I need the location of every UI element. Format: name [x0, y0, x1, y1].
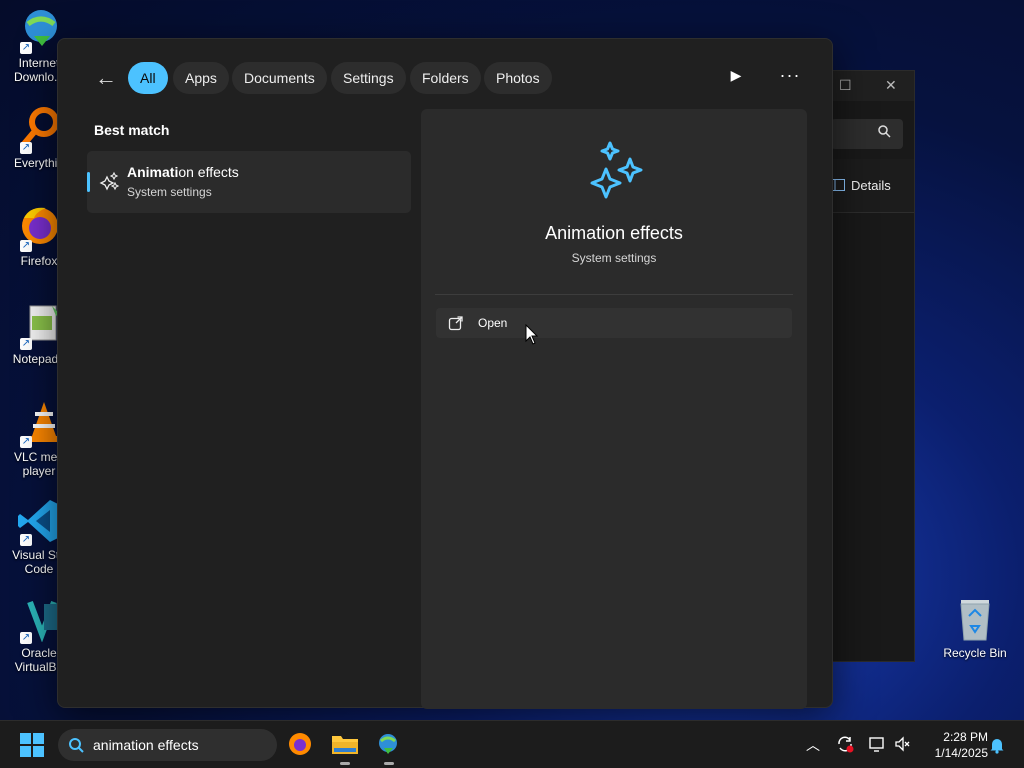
folder-icon — [332, 736, 358, 754]
filter-folders[interactable]: Folders — [410, 62, 481, 94]
firefox-icon: ↗ — [16, 204, 62, 252]
internet-download-manager-icon: ↗ — [16, 6, 62, 54]
taskbar-search-box[interactable]: animation effects — [58, 729, 277, 761]
volume-muted-icon[interactable] — [893, 735, 913, 755]
result-title-match: Animati — [127, 164, 179, 180]
filter-label: Documents — [244, 70, 315, 86]
filter-documents[interactable]: Documents — [232, 62, 327, 94]
selection-accent — [87, 172, 90, 192]
taskbar: animation effects ︿ 2:28 PM 1/14/2025 — [0, 720, 1024, 768]
clock-time: 2:28 PM — [943, 730, 988, 744]
divider — [435, 294, 793, 295]
filter-label: Apps — [185, 70, 217, 86]
search-icon — [68, 737, 84, 753]
result-subtitle: System settings — [127, 185, 212, 199]
filter-label: Photos — [496, 70, 540, 86]
details-label: Details — [851, 178, 891, 193]
recycle-bin-label: Recycle Bin — [943, 646, 1007, 660]
back-arrow-icon[interactable]: ← — [94, 67, 118, 91]
filter-settings[interactable]: Settings — [331, 62, 406, 94]
best-match-result[interactable]: Animation effects System settings — [87, 151, 411, 213]
internet-download-manager-icon — [379, 734, 397, 754]
detail-title: Animation effects — [545, 223, 683, 243]
open-button[interactable]: Open — [436, 308, 792, 338]
result-title: Animation effects — [127, 164, 239, 180]
clock-date: 1/14/2025 — [934, 746, 988, 760]
vscode-icon: ↗ — [16, 498, 62, 546]
result-detail-pane: Animation effects System settings Open — [421, 109, 807, 709]
more-options-icon[interactable]: ··· — [776, 65, 804, 89]
open-external-icon — [448, 315, 464, 331]
taskbar-file-explorer[interactable] — [331, 731, 359, 765]
close-icon[interactable]: ✕ — [885, 77, 897, 94]
open-label: Open — [478, 316, 508, 330]
recycle-bin-icon — [955, 596, 995, 642]
play-icon[interactable]: ▶ — [726, 67, 746, 87]
animation-effects-icon — [99, 171, 121, 193]
running-indicator — [384, 762, 394, 765]
everything-search-icon: ↗ — [16, 106, 62, 154]
windows-start-icon[interactable] — [20, 733, 44, 757]
filter-label: All — [140, 70, 156, 86]
filter-photos[interactable]: Photos — [484, 62, 552, 94]
network-icon[interactable] — [867, 735, 887, 755]
taskbar-internet-download-manager[interactable] — [375, 731, 403, 765]
details-button[interactable]: Details — [831, 178, 891, 193]
desktop-icon-recycle-bin[interactable]: Recycle Bin — [937, 596, 1013, 660]
maximize-icon[interactable]: ☐ — [839, 77, 852, 94]
filter-label: Folders — [422, 70, 469, 86]
filter-all[interactable]: All — [128, 62, 168, 94]
sync-icon[interactable] — [835, 735, 855, 755]
taskbar-clock[interactable]: 2:28 PM 1/14/2025 — [918, 729, 988, 761]
result-title-rest: on effects — [178, 164, 239, 180]
explorer-search-box[interactable] — [831, 119, 903, 149]
detail-subtitle: System settings — [571, 251, 657, 265]
chevron-up-icon[interactable]: ︿ — [803, 735, 823, 755]
vlc-icon: ↗ — [16, 400, 62, 448]
notepad-plus-plus-icon: ↗ — [16, 302, 62, 350]
animation-effects-large-icon — [584, 139, 648, 209]
notification-bell-icon[interactable] — [988, 736, 1006, 754]
best-match-heading: Best match — [94, 122, 170, 138]
search-panel: ← All Apps Documents Settings Folders Ph… — [57, 38, 833, 709]
running-indicator — [340, 762, 350, 765]
mouse-cursor-icon — [525, 323, 539, 346]
taskbar-firefox[interactable] — [287, 731, 315, 759]
filter-label: Settings — [343, 70, 394, 86]
firefox-icon — [289, 733, 311, 755]
virtualbox-icon: ↗ — [16, 596, 62, 644]
filter-apps[interactable]: Apps — [173, 62, 229, 94]
details-pane-icon — [831, 179, 845, 191]
search-icon — [878, 125, 891, 141]
taskbar-search-text: animation effects — [93, 737, 199, 753]
